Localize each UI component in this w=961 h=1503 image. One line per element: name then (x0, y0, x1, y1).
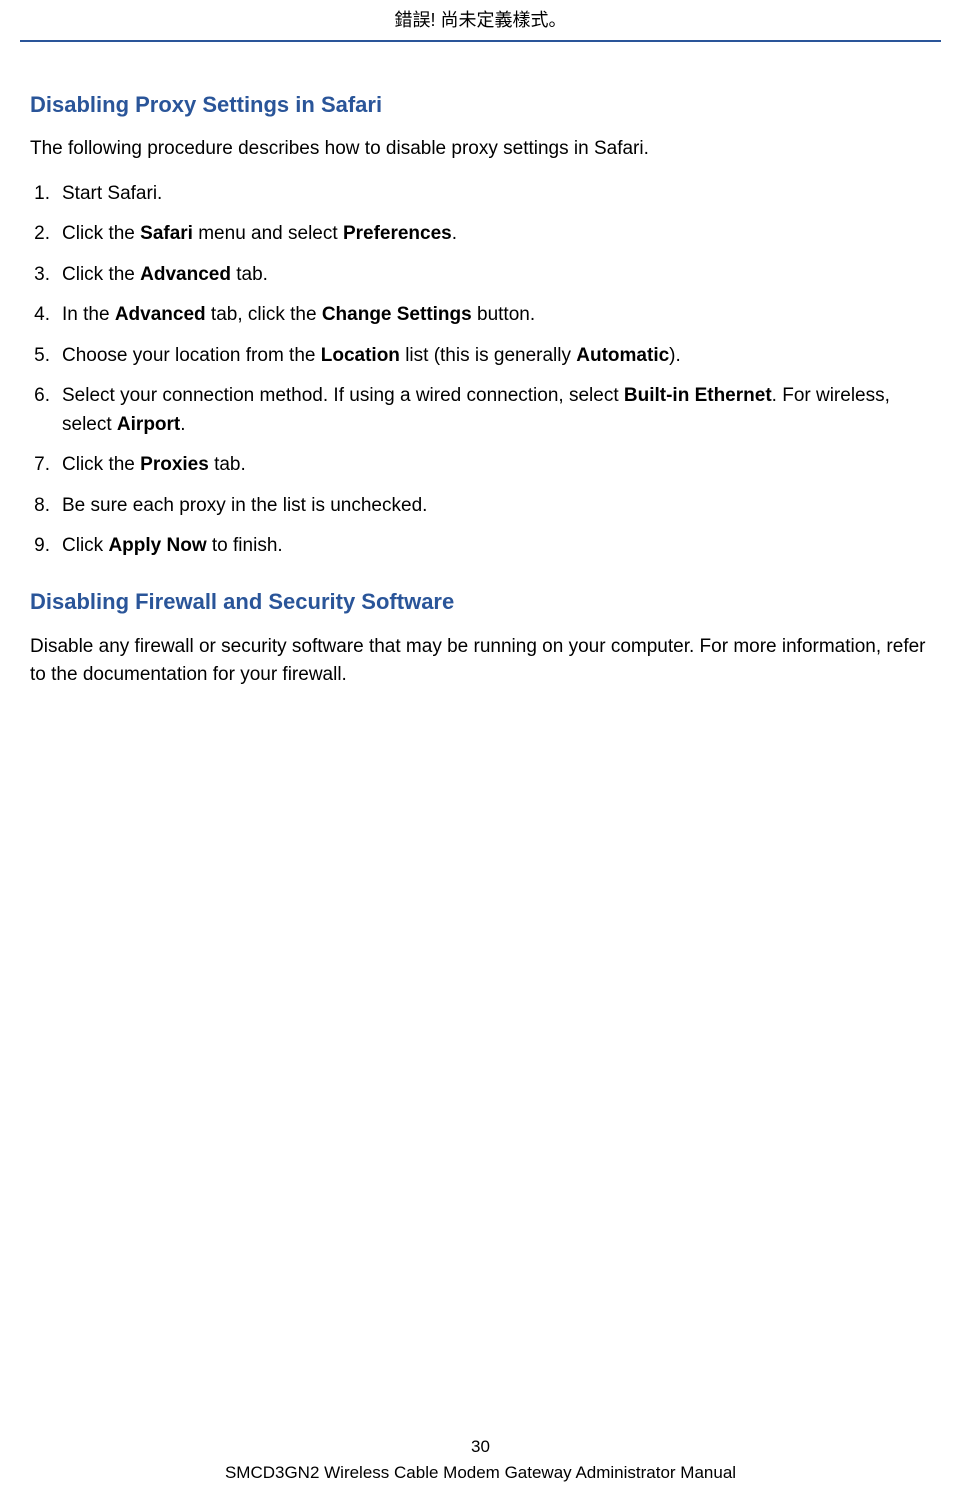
step-bold: Change Settings (322, 304, 472, 325)
step-bold: Built-in Ethernet (624, 385, 772, 406)
step-text: to finish. (207, 535, 283, 556)
step-bold: Safari (140, 223, 193, 244)
step-bold: Airport (117, 414, 180, 435)
steps-list-safari: Start Safari. Click the Safari menu and … (30, 180, 931, 561)
step-item: Click the Advanced tab. (30, 261, 931, 290)
step-text: menu and select (193, 223, 343, 244)
step-item: In the Advanced tab, click the Change Se… (30, 301, 931, 330)
body-paragraph-firewall: Disable any firewall or security softwar… (30, 633, 931, 690)
step-text: tab, click the (206, 304, 322, 325)
section-heading-firewall: Disabling Firewall and Security Software (30, 589, 931, 615)
page-content: Disabling Proxy Settings in Safari The f… (0, 42, 961, 690)
page-footer: 30 SMCD3GN2 Wireless Cable Modem Gateway… (0, 1437, 961, 1483)
step-item: Click the Safari menu and select Prefere… (30, 220, 931, 249)
step-bold: Preferences (343, 223, 452, 244)
step-bold: Advanced (140, 264, 231, 285)
step-text: Select your connection method. If using … (62, 385, 624, 406)
step-item: Choose your location from the Location l… (30, 342, 931, 371)
step-text: Click the (62, 264, 140, 285)
step-text: . (180, 414, 185, 435)
step-text: button. (472, 304, 535, 325)
page-number: 30 (0, 1437, 961, 1457)
step-item: Be sure each proxy in the list is unchec… (30, 492, 931, 521)
step-text: In the (62, 304, 115, 325)
step-item: Select your connection method. If using … (30, 382, 931, 439)
intro-paragraph-safari: The following procedure describes how to… (30, 136, 931, 162)
step-bold: Location (321, 345, 400, 366)
step-item: Click Apply Now to finish. (30, 532, 931, 561)
step-bold: Apply Now (108, 535, 206, 556)
step-text: ). (669, 345, 681, 366)
step-text: . (452, 223, 457, 244)
step-text: list (this is generally (400, 345, 576, 366)
step-text: tab. (231, 264, 268, 285)
step-bold: Automatic (576, 345, 669, 366)
step-text: Choose your location from the (62, 345, 321, 366)
step-text: Click the (62, 454, 140, 475)
page-header-error: 錯誤! 尚未定義樣式。 (0, 0, 961, 32)
step-item: Click the Proxies tab. (30, 451, 931, 480)
step-text: Click (62, 535, 108, 556)
step-bold: Advanced (115, 304, 206, 325)
manual-title: SMCD3GN2 Wireless Cable Modem Gateway Ad… (225, 1463, 736, 1482)
step-bold: Proxies (140, 454, 209, 475)
step-text: Click the (62, 223, 140, 244)
step-item: Start Safari. (30, 180, 931, 209)
step-text: tab. (209, 454, 246, 475)
section-heading-safari: Disabling Proxy Settings in Safari (30, 92, 931, 118)
